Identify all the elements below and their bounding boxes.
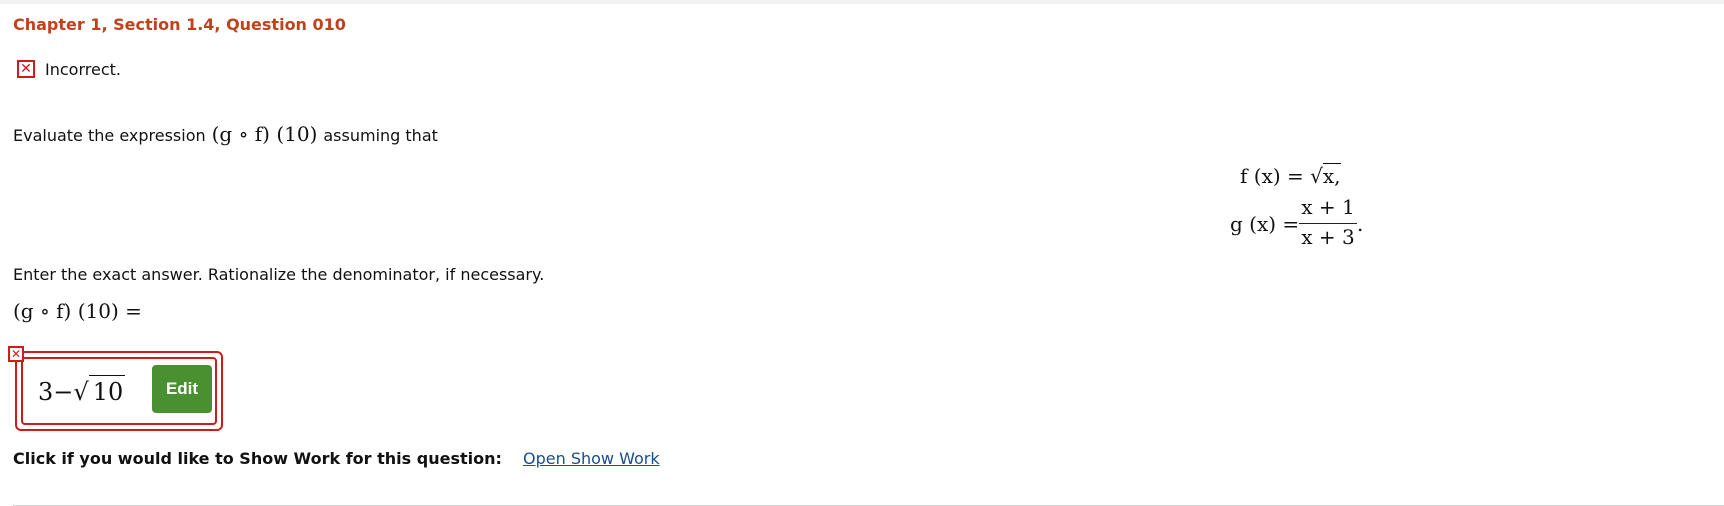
question-prompt: Evaluate the expression (g ∘ f) (10) ass… <box>13 122 438 146</box>
top-strip <box>0 0 1724 4</box>
page-title: Chapter 1, Section 1.4, Question 010 <box>13 15 346 34</box>
g-lhs: g (x) = <box>1230 212 1300 236</box>
answer-prefix: 3− <box>38 378 74 406</box>
f-lhs: f (x) = <box>1240 164 1304 188</box>
g-fraction: x + 1 x + 3 <box>1299 196 1357 249</box>
prompt-expression: (g ∘ f) (10) <box>211 122 318 146</box>
edit-button[interactable]: Edit <box>152 365 212 413</box>
g-denominator: x + 3 <box>1301 225 1355 249</box>
answer-radicand: 10 <box>88 375 126 406</box>
show-work-label: Click if you would like to Show Work for… <box>13 449 502 468</box>
prompt-suffix: assuming that <box>323 126 438 145</box>
f-radicand: x, <box>1322 163 1341 188</box>
incorrect-x-icon: ✕ <box>17 60 35 78</box>
status-text: Incorrect. <box>45 60 121 79</box>
open-show-work-link[interactable]: Open Show Work <box>523 449 660 468</box>
answer-incorrect-x-icon: ✕ <box>8 346 24 362</box>
answer-label: (g ∘ f) (10) = <box>13 299 142 323</box>
instructions: Enter the exact answer. Rationalize the … <box>13 265 545 284</box>
sqrt-icon: √ <box>1310 164 1323 188</box>
answer-value[interactable]: 3− √ 10 <box>38 375 126 406</box>
g-numerator: x + 1 <box>1299 196 1357 224</box>
prompt-prefix: Evaluate the expression <box>13 126 206 145</box>
sqrt-icon: √ <box>73 378 89 406</box>
f-definition: f (x) = √x, <box>1240 163 1341 188</box>
g-terminator: . <box>1357 212 1364 236</box>
